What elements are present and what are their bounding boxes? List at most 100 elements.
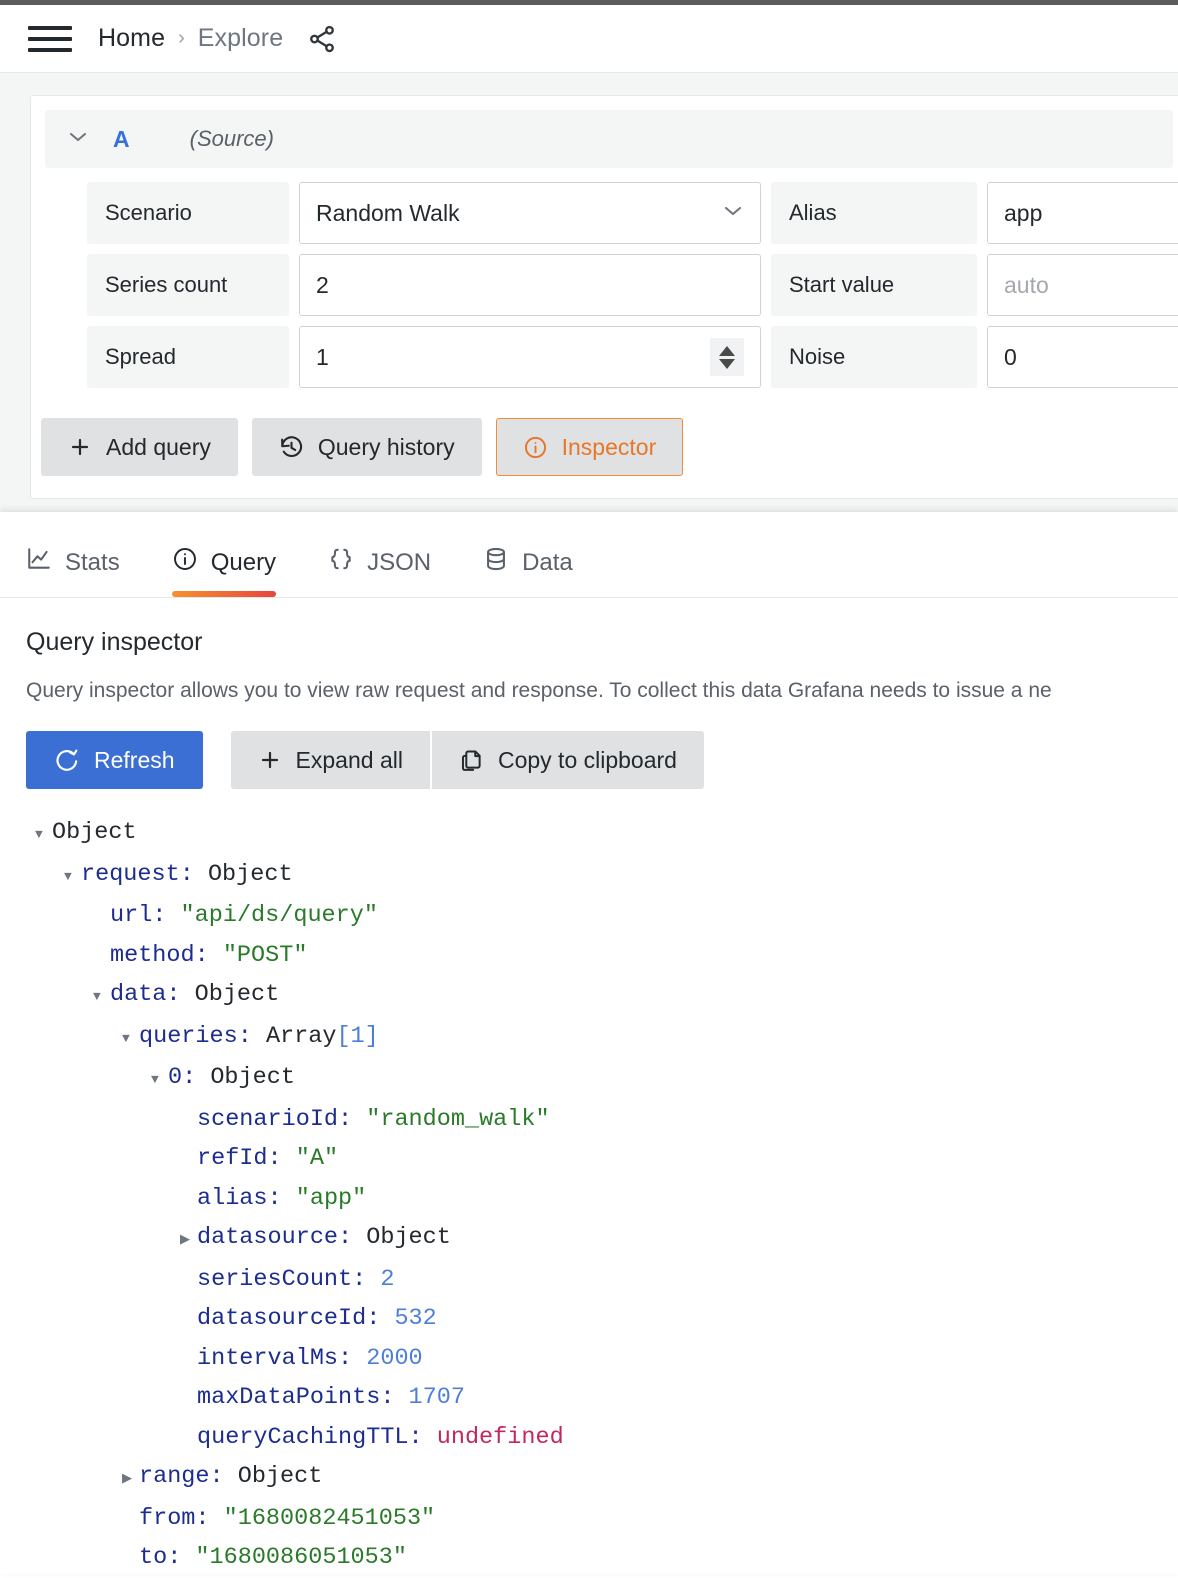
json-value-datasourceid: 532 — [394, 1305, 436, 1332]
json-key-method: method: — [110, 942, 209, 969]
json-key-alias: alias: — [197, 1185, 282, 1212]
top-navbar: Home › Explore — [0, 5, 1178, 73]
breadcrumb-home[interactable]: Home — [98, 24, 165, 53]
breadcrumb-explore[interactable]: Explore — [198, 24, 283, 53]
query-actions: Add query Query history Inspector — [41, 418, 1178, 476]
scenario-value: Random Walk — [316, 200, 460, 227]
query-options-grid: Scenario Random Walk Alias app Series co… — [87, 182, 1178, 388]
copy-to-clipboard-label: Copy to clipboard — [498, 747, 677, 774]
tab-json-label: JSON — [367, 549, 431, 577]
json-key-queries: queries: — [139, 1023, 252, 1050]
series-count-input[interactable]: 2 — [299, 254, 761, 316]
chevron-down-icon[interactable]: ▼ — [122, 1019, 139, 1059]
alias-input[interactable]: app — [987, 182, 1178, 244]
database-icon — [483, 546, 509, 579]
copy-icon — [459, 748, 484, 773]
json-value-queries-type: Array — [266, 1023, 337, 1050]
tab-json[interactable]: JSON — [328, 546, 431, 597]
query-history-button[interactable]: Query history — [252, 418, 482, 476]
inspector-tabs: Stats Query JSON Data — [0, 512, 1178, 598]
json-node-datasource[interactable]: ▶datasource: Object — [52, 1218, 1152, 1260]
json-value-url: "api/ds/query" — [181, 902, 378, 929]
refresh-button[interactable]: Refresh — [26, 731, 203, 789]
json-node-queries[interactable]: ▼queries: Array[1] — [52, 1017, 1152, 1059]
chart-line-icon — [26, 546, 52, 579]
label-series-count: Series count — [87, 254, 289, 316]
json-node-index-0[interactable]: ▼0: Object — [52, 1058, 1152, 1100]
json-node-root[interactable]: ▼Object — [52, 813, 1152, 855]
tab-query[interactable]: Query — [172, 546, 276, 597]
json-node-method: method: "POST" — [52, 936, 1152, 976]
json-key-from: from: — [139, 1505, 210, 1532]
json-node-querycachingttl: queryCachingTTL: undefined — [52, 1418, 1152, 1458]
inspector-button[interactable]: Inspector — [496, 418, 684, 476]
chevron-down-icon[interactable]: ▼ — [93, 977, 110, 1017]
chevron-down-icon[interactable]: ▼ — [151, 1060, 168, 1100]
inspector-label: Inspector — [562, 434, 657, 461]
json-node-seriescount: seriesCount: 2 — [52, 1260, 1152, 1300]
inspector-button-group: Expand all Copy to clipboard — [231, 731, 704, 789]
start-value-input[interactable]: auto — [987, 254, 1178, 316]
json-key-request: request: — [81, 861, 194, 888]
json-node-maxdatapoints: maxDataPoints: 1707 — [52, 1378, 1152, 1418]
json-value-refid: "A" — [296, 1145, 338, 1172]
start-value-placeholder: auto — [1004, 272, 1049, 299]
json-node-url: url: "api/ds/query" — [52, 896, 1152, 936]
json-node-alias: alias: "app" — [52, 1179, 1152, 1219]
chevron-down-icon[interactable] — [67, 130, 93, 149]
json-key-intervalms: intervalMs: — [197, 1345, 352, 1372]
scenario-select[interactable]: Random Walk — [299, 182, 761, 244]
info-icon — [172, 546, 198, 579]
share-icon[interactable] — [307, 24, 337, 54]
json-node-scenarioid: scenarioId: "random_walk" — [52, 1100, 1152, 1140]
tab-data[interactable]: Data — [483, 546, 573, 597]
tab-stats[interactable]: Stats — [26, 546, 120, 597]
json-value-queries-count: [1] — [336, 1023, 378, 1050]
info-icon — [523, 435, 548, 460]
series-count-value: 2 — [316, 272, 329, 299]
copy-to-clipboard-button[interactable]: Copy to clipboard — [432, 731, 704, 789]
json-key-maxdatapoints: maxDataPoints: — [197, 1384, 394, 1411]
json-value-index-0: Object — [210, 1064, 295, 1091]
json-node-range[interactable]: ▶range: Object — [52, 1457, 1152, 1499]
refresh-label: Refresh — [94, 747, 175, 774]
add-query-label: Add query — [106, 434, 211, 461]
page-title: Query inspector — [26, 628, 1152, 657]
expand-all-button[interactable]: Expand all — [231, 731, 430, 789]
chevron-right-icon[interactable]: ▶ — [180, 1220, 197, 1260]
json-value-method: "POST" — [223, 942, 308, 969]
json-node-to: to: "1680086051053" — [52, 1538, 1152, 1578]
noise-input[interactable]: 0 — [987, 326, 1178, 388]
chevron-right-icon[interactable]: ▶ — [122, 1459, 139, 1499]
json-key-index-0: 0: — [168, 1064, 196, 1091]
json-key-to: to: — [139, 1544, 181, 1571]
json-tree: ▼Object ▼request: Object url: "api/ds/qu… — [26, 813, 1152, 1578]
spread-input[interactable]: 1 — [299, 326, 761, 388]
tab-stats-label: Stats — [65, 549, 120, 577]
plus-icon — [68, 435, 92, 459]
query-row-header: A (Source) — [45, 110, 1173, 168]
json-key-scenarioid: scenarioId: — [197, 1106, 352, 1133]
noise-value: 0 — [1004, 344, 1017, 371]
label-spread: Spread — [87, 326, 289, 388]
json-value-data: Object — [195, 981, 280, 1008]
json-value-querycachingttl: undefined — [437, 1424, 564, 1451]
alias-value: app — [1004, 200, 1042, 227]
inspector-content: Query inspector Query inspector allows y… — [0, 598, 1178, 1578]
quantity-stepper[interactable] — [710, 338, 744, 376]
json-value-seriescount: 2 — [380, 1266, 394, 1293]
plus-icon — [258, 748, 282, 772]
inspector-actions: Refresh Expand all Copy to clipboard — [26, 731, 1152, 789]
json-node-request[interactable]: ▼request: Object — [52, 855, 1152, 897]
label-scenario: Scenario — [87, 182, 289, 244]
query-row-card: A (Source) Scenario Random Walk Alias ap… — [30, 95, 1178, 499]
chevron-down-icon[interactable]: ▼ — [64, 857, 81, 897]
hamburger-icon[interactable] — [28, 23, 72, 55]
add-query-button[interactable]: Add query — [41, 418, 238, 476]
json-key-querycachingttl: queryCachingTTL: — [197, 1424, 423, 1451]
json-node-data[interactable]: ▼data: Object — [52, 975, 1152, 1017]
chevron-down-icon[interactable]: ▼ — [35, 815, 52, 855]
json-value-request: Object — [208, 861, 293, 888]
query-ref-id[interactable]: A — [113, 126, 130, 153]
json-root-type: Object — [52, 819, 137, 846]
